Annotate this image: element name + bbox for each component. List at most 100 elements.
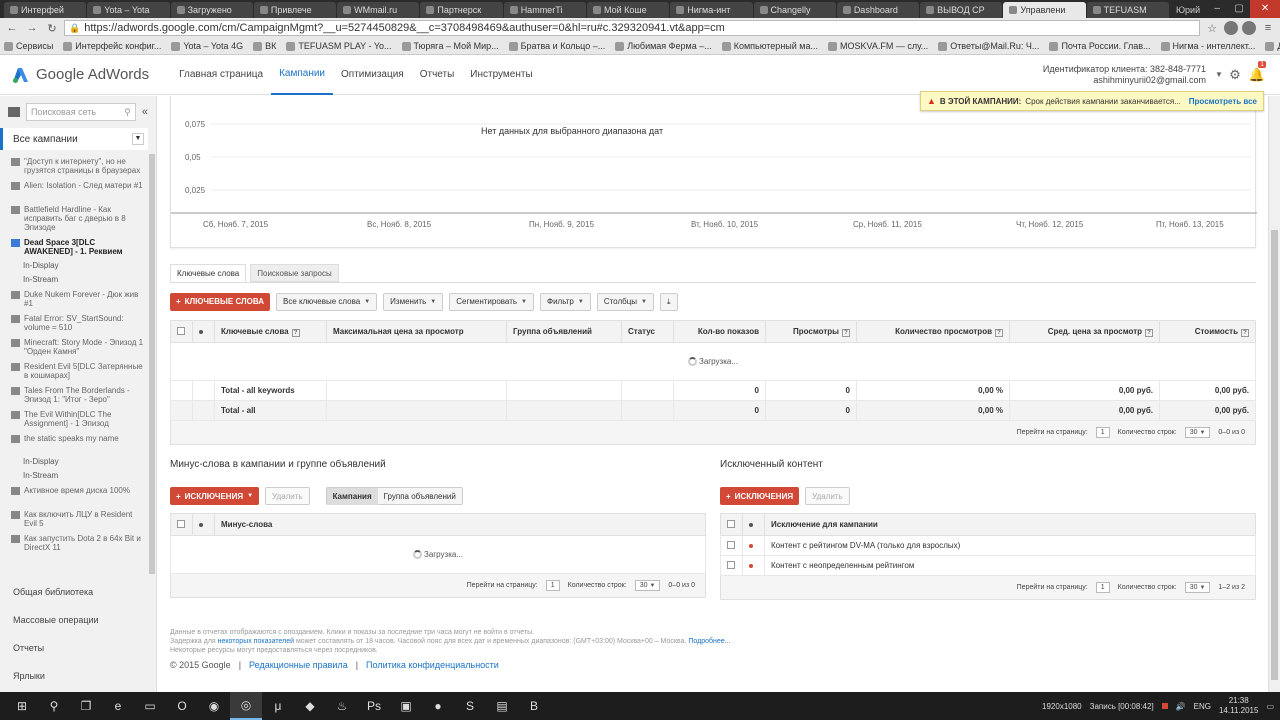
page-input[interactable]: 1 (1095, 427, 1110, 438)
col-keywords[interactable]: Ключевые слова? (214, 320, 327, 343)
browser-tab[interactable]: Changelly (753, 2, 836, 18)
sidebar-campaign-item[interactable]: Duke Nukem Forever - Дюк жив #1 (0, 287, 148, 311)
forward-icon[interactable]: → (24, 22, 40, 34)
nav-tools[interactable]: Инструменты (462, 55, 540, 95)
explorer-icon[interactable]: ▭ (134, 692, 166, 720)
sidebar-shared-library[interactable]: Общая библиотека (0, 578, 156, 606)
nav-reports[interactable]: Отчеты (412, 55, 463, 95)
utorrent-icon[interactable]: μ (262, 692, 294, 720)
reload-icon[interactable]: ↻ (44, 22, 60, 35)
filter-button[interactable]: Фильтр ▼ (539, 292, 591, 311)
help-icon[interactable]: ? (1145, 328, 1153, 337)
add-negatives-button[interactable]: + ИСКЛЮЧЕНИЯ ▼ (170, 487, 260, 505)
chrome-icon[interactable]: ◎ (230, 692, 262, 720)
bookmark-item[interactable]: Братва и Кольцо –... (508, 41, 605, 51)
rows-select[interactable]: 30 ▼ (1184, 582, 1211, 593)
sidebar-campaign-item[interactable]: Как запустить Dota 2 в 64x Bit и DirectX… (0, 531, 148, 555)
firefox-icon[interactable]: ◉ (198, 692, 230, 720)
app-icon[interactable]: ◆ (294, 692, 326, 720)
star-icon[interactable]: ☆ (1204, 22, 1220, 35)
bell-icon[interactable]: 🔔 1 (1246, 60, 1268, 83)
privacy-policy-link[interactable]: Политика конфиденциальности (366, 660, 499, 670)
sidebar-campaign-item[interactable]: "Доступ к интернету", но не грузятся стр… (0, 154, 148, 178)
browser-tab[interactable]: ВЫВОД СР (920, 2, 1003, 18)
col-avg-cpv[interactable]: Сред. цена за просмотр? (1009, 320, 1160, 343)
browser-tab[interactable]: Мой Коше (586, 2, 670, 18)
lang-indicator[interactable]: ENG (1194, 702, 1211, 711)
alert-view-all-link[interactable]: Просмотреть все (1189, 97, 1257, 106)
steam-icon[interactable]: ♨ (326, 692, 358, 720)
nav-optimization[interactable]: Оптимизация (333, 55, 412, 95)
edge-icon[interactable]: e (102, 692, 134, 720)
col-campaign-exclusion[interactable]: Исключение для кампании (764, 513, 1256, 536)
photoshop-icon[interactable]: Ps (358, 692, 390, 720)
bookmark-item[interactable]: ВК (253, 41, 276, 51)
columns-button[interactable]: Столбцы ▼ (596, 292, 654, 311)
col-status[interactable]: Статус (621, 320, 674, 343)
bookmark-item[interactable]: Сервисы (4, 41, 53, 51)
minimize-icon[interactable]: – (1206, 0, 1228, 18)
browser-user[interactable]: Юрий (1170, 2, 1206, 18)
editorial-policy-link[interactable]: Редакционные правила (249, 660, 348, 670)
segment-button[interactable]: Сегментировать ▼ (449, 292, 534, 311)
col-negative-keywords[interactable]: Минус-слова (214, 513, 706, 536)
app-icon[interactable]: B (518, 692, 550, 720)
sidebar-campaign-item[interactable]: the static speaks my name (0, 431, 148, 455)
edit-button[interactable]: Изменить ▼ (383, 292, 444, 311)
nav-home[interactable]: Главная страница (171, 55, 271, 95)
recorder-icon[interactable]: ● (422, 692, 454, 720)
row-checkbox[interactable] (727, 560, 735, 569)
row-checkbox[interactable] (727, 540, 735, 549)
url-input[interactable]: 🔒 https://adwords.google.com/cm/Campaign… (64, 20, 1200, 36)
bookmark-item[interactable]: Почта России. Глав... (1049, 41, 1151, 51)
menu-icon[interactable]: ≡ (1260, 22, 1276, 34)
bookmark-item[interactable]: Yota – Yota 4G (171, 41, 243, 51)
sidebar-campaign-item[interactable]: Battlefield Hardline - Как исправить баг… (0, 202, 148, 235)
clock[interactable]: 21:38 14.11.2015 (1219, 696, 1258, 716)
browser-tab[interactable]: Партнерск (420, 2, 503, 18)
all-keywords-filter[interactable]: Все ключевые слова ▼ (276, 292, 378, 311)
bookmark-item[interactable]: Любимая Ферма –... (615, 41, 712, 51)
tab-search-terms[interactable]: Поисковые запросы (250, 264, 339, 282)
page-input[interactable]: 1 (1095, 582, 1110, 593)
sidebar-campaign-item[interactable]: Alien: Isolation - След матери #1 (0, 178, 148, 202)
back-icon[interactable]: ← (4, 22, 20, 34)
some-metrics-link[interactable]: некоторых показателей (218, 638, 294, 645)
adwords-logo[interactable]: Google AdWords (12, 66, 149, 84)
sidebar-subitem[interactable]: In-Display (0, 259, 148, 273)
sidebar-subitem[interactable]: In-Stream (0, 469, 148, 483)
sidebar-reports[interactable]: Отчеты (0, 634, 156, 662)
col-views[interactable]: Просмотры? (765, 320, 857, 343)
browser-tab[interactable]: Привлече (253, 2, 337, 18)
browser-tab[interactable]: Yota – Yota (87, 2, 170, 18)
bookmark-item[interactable]: Нигма - интеллект... (1160, 41, 1255, 51)
browser-tab[interactable]: Нигма-инт (670, 2, 753, 18)
app-icon[interactable]: ▤ (486, 692, 518, 720)
close-icon[interactable]: ✕ (1250, 0, 1280, 18)
bookmark-item[interactable]: Интерфейс конфиг... (63, 41, 161, 51)
browser-tab[interactable]: Dashboard (836, 2, 920, 18)
scrollbar-thumb[interactable] (1271, 230, 1278, 680)
toggle-ad-group[interactable]: Группа объявлений (378, 488, 462, 505)
skype-icon[interactable]: S (454, 692, 486, 720)
browser-tab[interactable]: WMmail.ru (337, 2, 420, 18)
toggle-campaign[interactable]: Кампания (326, 487, 378, 505)
extension-icon[interactable] (1242, 21, 1256, 35)
windows-start-icon[interactable]: ⊞ (6, 692, 38, 720)
sidebar-subitem[interactable]: In-Stream (0, 273, 148, 287)
bookmark-item[interactable]: MOSKVA.FM — слу... (827, 41, 928, 51)
app-icon[interactable]: ▣ (390, 692, 422, 720)
sidebar-campaign-item[interactable]: Resident Evil 5[DLC Затерянные в кошмара… (0, 359, 148, 383)
browser-tab[interactable]: Управлени (1003, 2, 1086, 18)
bookmark-item[interactable]: Компьютерный ма... (721, 41, 818, 51)
col-view-rate[interactable]: Количество просмотров? (856, 320, 1010, 343)
sidebar-bulk-operations[interactable]: Массовые операции (0, 606, 156, 634)
delete-negatives-button[interactable]: Удалить (265, 487, 310, 505)
col-cost[interactable]: Стоимость? (1159, 320, 1256, 343)
browser-tab[interactable]: HammerTi (503, 2, 586, 18)
record-icon[interactable] (1161, 703, 1168, 709)
search-icon[interactable]: ⚲ (38, 692, 70, 720)
help-icon[interactable]: ? (842, 328, 850, 337)
sidebar-campaign-item[interactable]: Активное время диска 100% (0, 483, 148, 507)
select-all-checkbox[interactable] (177, 519, 185, 528)
